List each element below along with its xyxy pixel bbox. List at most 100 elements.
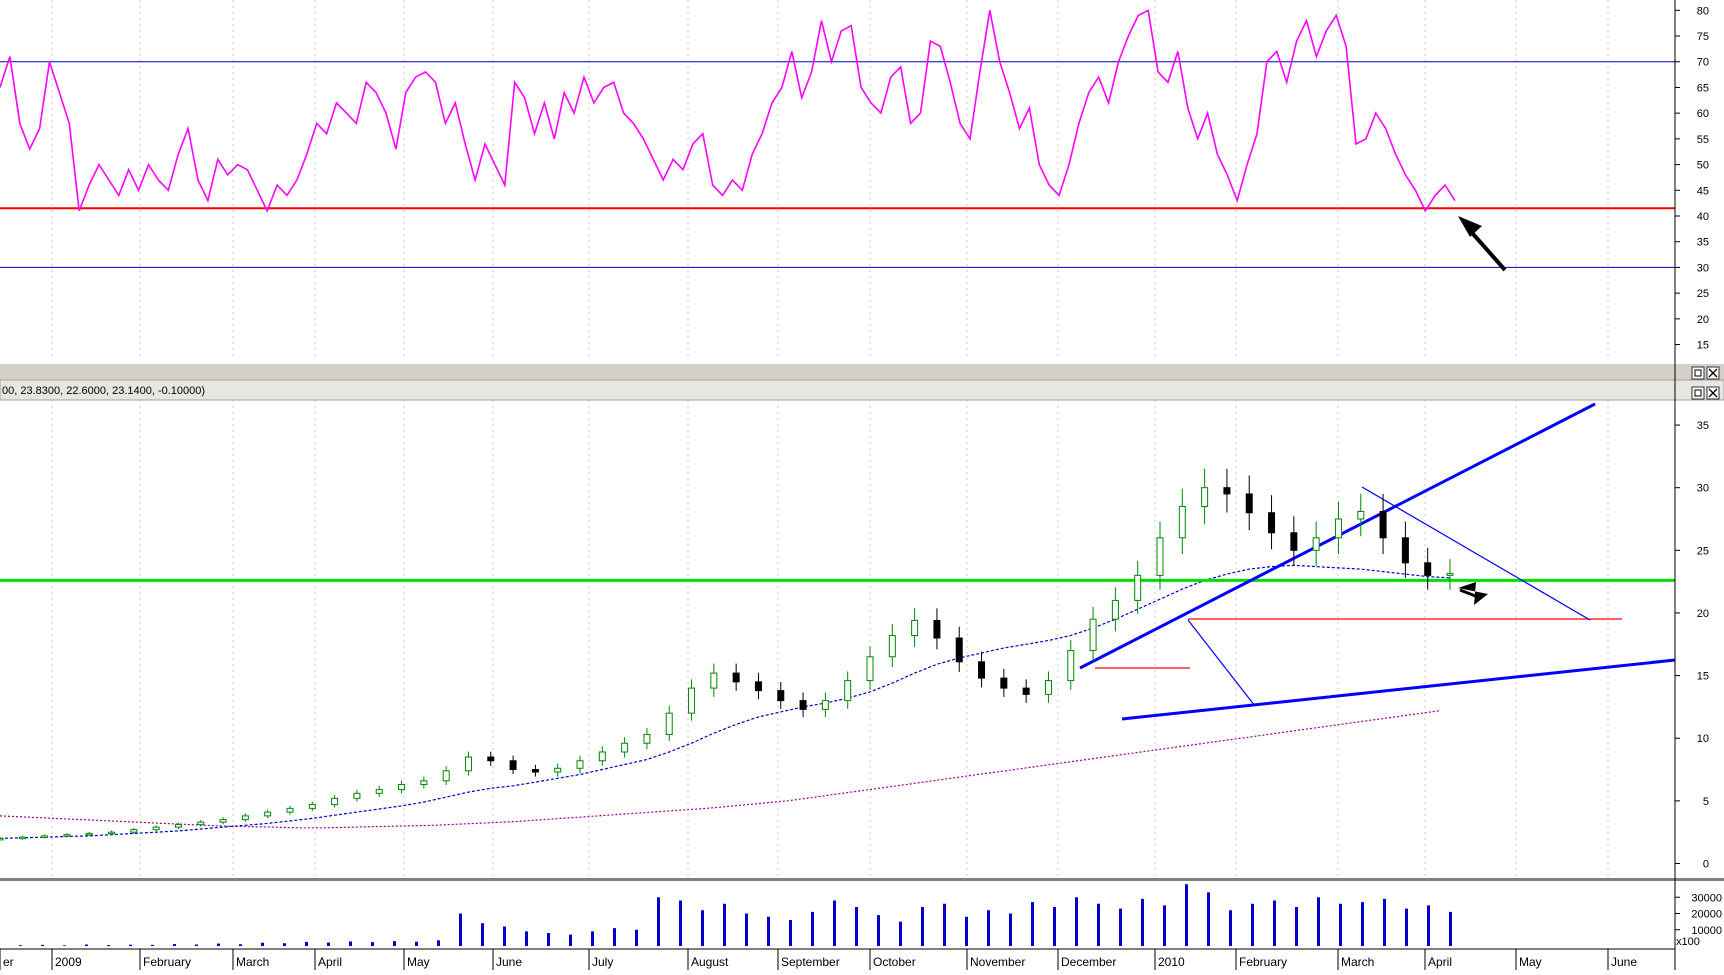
volume-bar [1141,898,1144,946]
candle-body [331,797,339,806]
volume-bar [1031,902,1034,946]
volume-bar [657,897,660,946]
candle-body [174,824,182,828]
volume-bar [1207,892,1210,946]
rsi-tick-label: 25 [1697,288,1709,300]
candle-body [41,835,49,838]
candle-body [63,834,71,837]
rsi-tick-label: 50 [1697,160,1709,172]
month-label: June [496,955,522,969]
candle-body [1379,510,1387,539]
month-label: June [1611,955,1637,969]
volume-bar [591,931,594,946]
volume-bar [327,942,330,946]
volume-separator [0,878,1724,881]
volume-bar [547,933,550,946]
volume-bar [987,910,990,946]
candle-body [18,836,26,840]
candle-body [732,672,740,683]
month-label: 2010 [1158,955,1185,969]
volume-multiplier-label: x100 [1676,936,1700,948]
candle-body [1312,537,1320,551]
panel2-close-button[interactable] [1706,386,1720,400]
rsi-tick-label: 65 [1697,82,1709,94]
candle-body [688,687,696,714]
rsi-tick-label: 70 [1697,57,1709,69]
volume-bar [503,926,506,946]
volume-bar [63,945,66,946]
volume-bar [459,913,462,946]
volume-bar [129,944,132,946]
volume-bar [1097,903,1100,946]
candle-body [308,804,316,809]
candle-body [888,634,896,658]
candle-body [375,789,383,794]
candle-body [487,756,495,762]
month-label: August [691,955,729,969]
candle-body [264,811,272,817]
candle-body [754,681,762,692]
month-label: February [1239,955,1287,969]
chart: 1520253035404550556065707580 00, 23.8300… [0,0,1724,975]
volume-bar [1229,910,1232,946]
price-tick-label: 10 [1697,733,1709,745]
panel2-maximize-button[interactable] [1691,386,1705,400]
volume-bar [767,916,770,946]
volume-tick-label: 10000 [1691,925,1722,937]
candle-body [710,672,718,689]
volume-bar [19,945,22,946]
panel1-close-button[interactable] [1706,366,1720,380]
panel1-maximize-button[interactable] [1691,366,1705,380]
rsi-tick-label: 20 [1697,314,1709,326]
candle-body [955,637,963,663]
candle-body [531,769,539,773]
candle-body [108,831,116,835]
rsi-tick-label: 80 [1697,5,1709,17]
candle-body [241,815,249,821]
candle-body [1290,532,1298,551]
candle-body [911,619,919,636]
volume-bar [1317,897,1320,946]
volume-bar [525,931,528,946]
volume-bar [921,907,924,946]
rsi-tick-label: 75 [1697,31,1709,43]
volume-bar [1361,902,1364,946]
candle-body [0,837,4,841]
volume-bar [1251,903,1254,946]
rsi-tick-label: 55 [1697,134,1709,146]
candle-body [799,700,807,710]
volume-tick-label: 20000 [1691,909,1722,921]
month-label: March [1341,955,1374,969]
price-tick-label: 0 [1703,858,1709,870]
month-label: December [1061,955,1116,969]
panel-separator-1 [0,364,1724,380]
volume-bar [833,900,836,946]
candle-body [1089,618,1097,652]
volume-bar [1383,898,1386,946]
candle-body [844,680,852,702]
candle-body [1000,677,1008,689]
volume-bar [1185,884,1188,946]
volume-bar [855,907,858,946]
volume-bar [415,941,418,946]
month-label: 2009 [55,955,82,969]
candle-body [85,832,93,836]
candle-body [1268,512,1276,534]
month-label: September [781,955,840,969]
volume-bar [173,944,176,946]
price-tick-label: 15 [1697,671,1709,683]
month-label: October [873,955,916,969]
volume-bar [1273,900,1276,946]
volume-bar [701,910,704,946]
month-label: July [592,955,613,969]
volume-bar [723,903,726,946]
candle-body [1223,487,1231,495]
volume-bar [1405,908,1408,946]
month-label: November [970,955,1025,969]
volume-bar [1119,908,1122,946]
candle-body [1156,537,1164,576]
volume-bar [965,916,968,946]
candle-body [978,661,986,679]
volume-bar [217,943,220,946]
price-tick-label: 30 [1697,483,1709,495]
